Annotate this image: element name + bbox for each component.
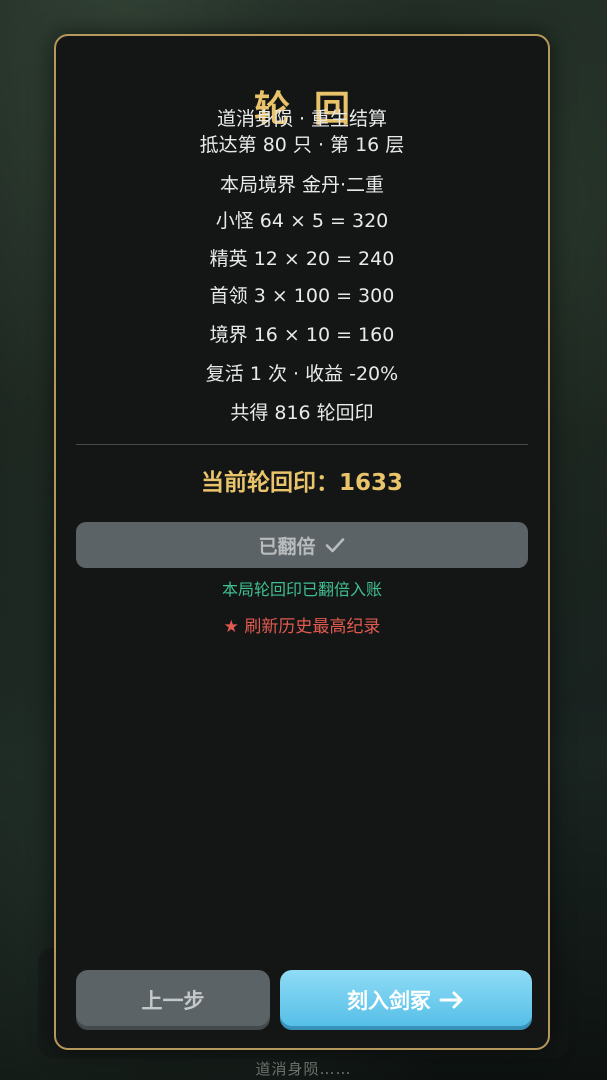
reached-progress: 抵达第 80 只 · 第 16 层 [199, 134, 405, 156]
rebirth-settlement-dialog: 轮回 道消身陨 · 重生结算 抵达第 80 只 · 第 16 层 本局境界 金丹… [54, 34, 550, 1050]
engrave-sword-tomb-label: 刻入剑冢 [347, 989, 431, 1013]
stat-minions: 小怪 64 × 5 = 320 [215, 210, 389, 232]
check-icon [324, 534, 346, 556]
background-tab-bar [0, 0, 607, 30]
doubled-button-label: 已翻倍 [258, 535, 316, 558]
record-note: ★ 刷新历史最高纪录 [223, 617, 381, 637]
background-status-text: 道消身陨…… [255, 1060, 352, 1078]
previous-step-label: 上一步 [141, 989, 205, 1013]
stat-total-earned: 共得 816 轮回印 [230, 402, 374, 424]
doubled-note: 本局轮回印已翻倍入账 [221, 580, 382, 599]
stat-bosses: 首领 3 × 100 = 300 [209, 285, 395, 307]
current-rebirth-seals: 当前轮回印：1633 [200, 470, 403, 496]
engrave-sword-tomb-button[interactable]: 刻入剑冢 [280, 970, 532, 1030]
arrow-right-icon [439, 990, 465, 1010]
doubled-button[interactable]: 已翻倍 [76, 522, 528, 568]
stat-elites: 精英 12 × 20 = 240 [209, 248, 395, 270]
stat-realm-bonus: 境界 16 × 10 = 160 [209, 324, 395, 346]
divider [76, 444, 528, 445]
previous-step-button[interactable]: 上一步 [76, 970, 270, 1030]
dialog-subtitle: 道消身陨 · 重生结算 [216, 108, 388, 130]
stat-realm: 本局境界 金丹·二重 [219, 174, 385, 196]
stat-revive-penalty: 复活 1 次 · 收益 -20% [205, 363, 399, 385]
